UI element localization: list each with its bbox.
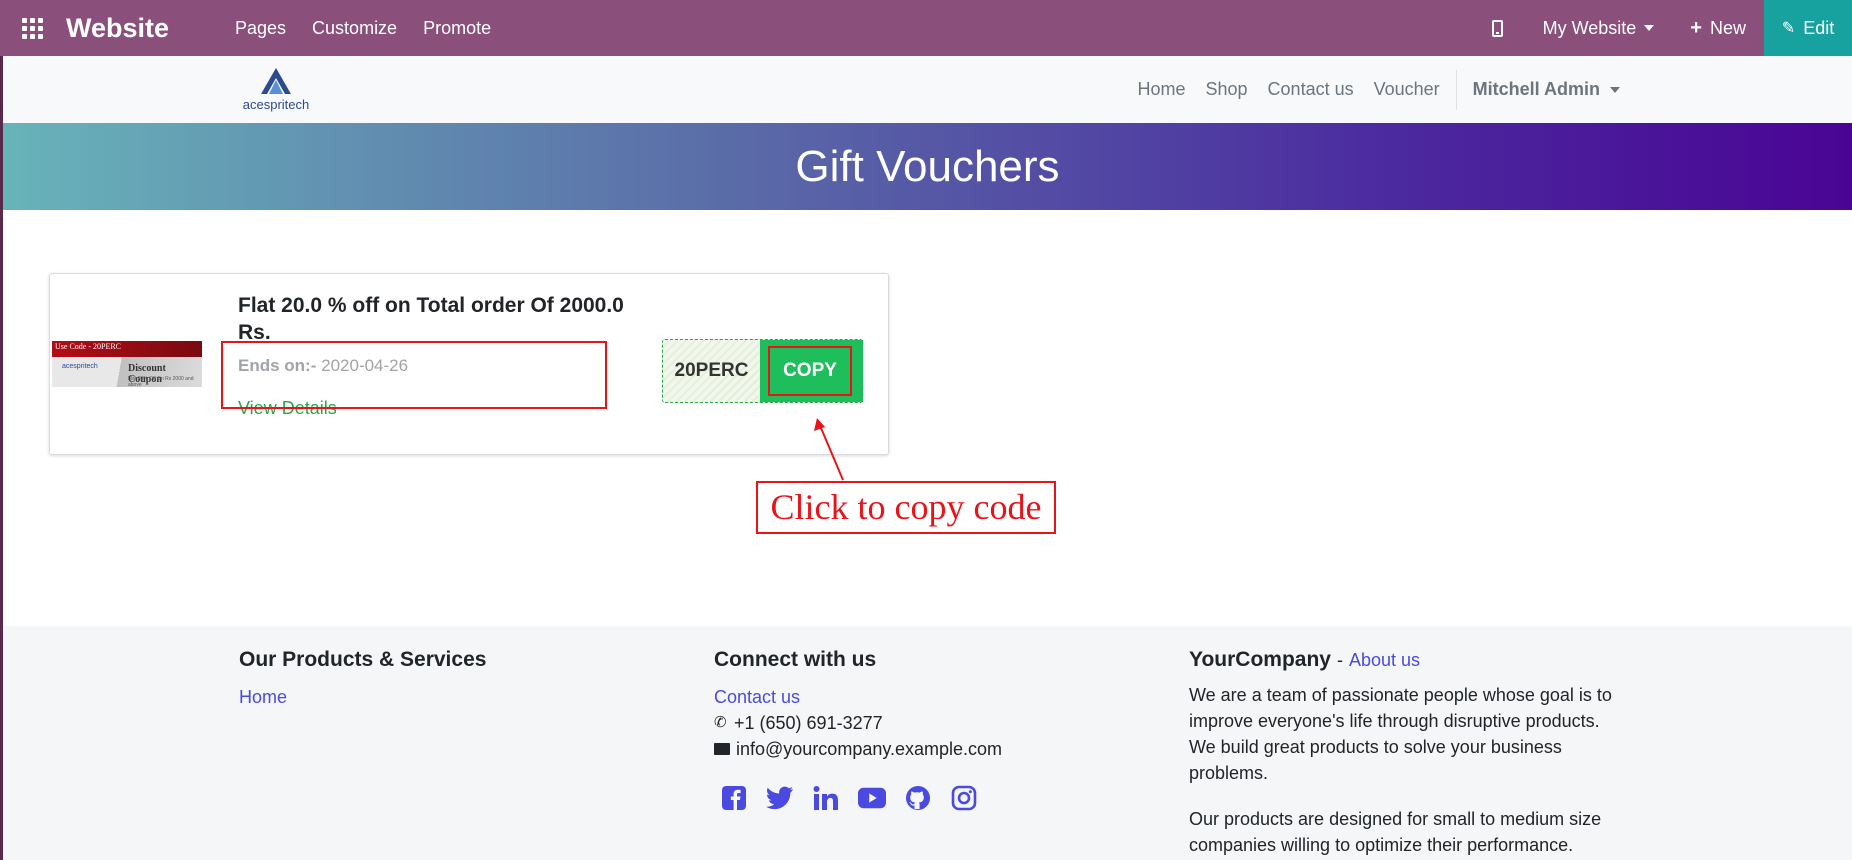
page-banner: Gift Vouchers: [0, 123, 1852, 210]
linkedin-icon[interactable]: [812, 784, 840, 812]
page-title: Gift Vouchers: [795, 142, 1060, 191]
voucher-title: Flat 20.0 % off on Total order Of 2000.0…: [238, 294, 624, 344]
new-button[interactable]: + New: [1672, 18, 1764, 39]
footer-contact-link[interactable]: Contact us: [714, 684, 1002, 710]
site-footer: Our Products & Services Home Connect wit…: [0, 626, 1852, 860]
my-website-dropdown[interactable]: My Website: [1525, 18, 1673, 39]
footer-col-company: YourCompany - About us We are a team of …: [1189, 648, 1629, 860]
admin-bar: Website Pages Customize Promote My Websi…: [0, 0, 1852, 56]
copy-label: COPY: [768, 346, 852, 396]
my-website-label: My Website: [1542, 17, 1637, 38]
envelope-icon: [714, 743, 730, 755]
voucher-image-top-text: Use Code - 20PERC: [55, 342, 121, 351]
company-name: YourCompany: [1189, 648, 1331, 671]
footer-col-connect: Connect with us Contact us ✆ +1 (650) 69…: [714, 648, 1002, 812]
admin-menu: Pages Customize Promote: [222, 0, 504, 56]
chevron-down-icon: [1644, 25, 1655, 31]
voucher-image-logo: acespritech: [62, 363, 98, 370]
instagram-icon[interactable]: [950, 784, 978, 812]
edit-button[interactable]: ✎ Edit: [1764, 0, 1852, 56]
footer-connect-title: Connect with us: [714, 648, 877, 671]
nav-voucher[interactable]: Voucher: [1364, 79, 1450, 100]
github-icon[interactable]: [904, 784, 932, 812]
phone-icon: ✆: [714, 714, 727, 731]
copy-code-button[interactable]: COPY: [760, 340, 863, 402]
logo-mark-icon: [261, 68, 291, 94]
main-content: Use Code - 20PERC acespritech Discount C…: [0, 210, 1852, 626]
nav-shop[interactable]: Shop: [1196, 79, 1258, 100]
company-description-2: Our products are designed for small to m…: [1189, 809, 1602, 855]
nav-contact-us[interactable]: Contact us: [1258, 79, 1364, 100]
voucher-image-small-text: Flat 20% Off On Rs 2000 and above: [128, 376, 194, 387]
about-us-link[interactable]: About us: [1349, 650, 1420, 671]
menu-pages[interactable]: Pages: [222, 0, 299, 56]
apps-grid-icon: [21, 17, 43, 39]
voucher-image: Use Code - 20PERC acespritech Discount C…: [52, 341, 202, 387]
user-menu[interactable]: Mitchell Admin: [1463, 79, 1630, 100]
mobile-icon: [1492, 19, 1504, 37]
company-description: We are a team of passionate people whose…: [1189, 685, 1612, 783]
phone-number: +1 (650) 691-3277: [734, 713, 883, 733]
footer-link-home[interactable]: Home: [239, 684, 486, 710]
pencil-icon: ✎: [1781, 20, 1796, 37]
menu-customize[interactable]: Customize: [299, 0, 410, 56]
user-name: Mitchell Admin: [1472, 79, 1600, 99]
app-brand[interactable]: Website: [66, 13, 220, 44]
mobile-preview-button[interactable]: [1471, 0, 1525, 56]
edit-label: Edit: [1803, 17, 1835, 38]
footer-company-heading: YourCompany - About us: [1189, 648, 1629, 672]
nav-home[interactable]: Home: [1127, 79, 1195, 100]
site-nav: Home Shop Contact us Voucher Mitchell Ad…: [1127, 56, 1630, 123]
email-address[interactable]: info@yourcompany.example.com: [736, 736, 1002, 762]
annotation-arrow-icon: [814, 418, 844, 481]
chevron-down-icon: [1610, 86, 1620, 93]
logo-text: acespritech: [242, 97, 310, 112]
plus-icon: +: [1690, 17, 1702, 39]
annotation-callout: Click to copy code: [756, 481, 1056, 534]
company-logo[interactable]: acespritech: [239, 66, 313, 112]
menu-promote[interactable]: Promote: [410, 0, 504, 56]
admin-right-group: My Website + New ✎ Edit: [1471, 0, 1852, 56]
footer-phone: ✆ +1 (650) 691-3277: [714, 710, 1002, 736]
voucher-code-box: 20PERC COPY: [662, 339, 863, 403]
company-separator: -: [1336, 650, 1343, 670]
highlight-box: [221, 341, 607, 409]
voucher-code: 20PERC: [674, 360, 749, 381]
footer-products-title: Our Products & Services: [239, 648, 487, 671]
site-header: acespritech Home Shop Contact us Voucher…: [0, 56, 1852, 123]
footer-email: info@yourcompany.example.com: [714, 736, 1002, 762]
social-icons: [720, 784, 1002, 812]
nav-divider: [1455, 69, 1457, 110]
voucher-card: Use Code - 20PERC acespritech Discount C…: [49, 273, 889, 455]
footer-col-products: Our Products & Services Home: [239, 648, 486, 710]
facebook-icon[interactable]: [720, 784, 748, 812]
new-label: New: [1709, 17, 1746, 38]
twitter-icon[interactable]: [766, 784, 794, 812]
youtube-icon[interactable]: [858, 784, 886, 812]
apps-menu-button[interactable]: [0, 0, 64, 56]
